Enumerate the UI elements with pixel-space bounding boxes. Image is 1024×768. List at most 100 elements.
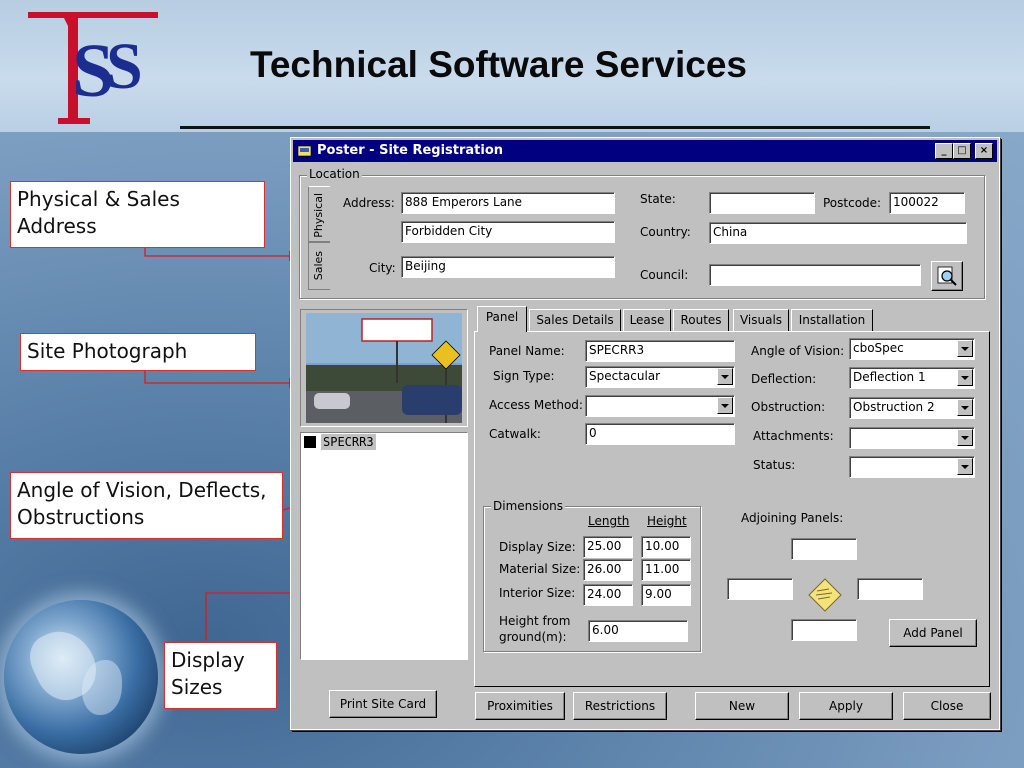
window-title: Poster - Site Registration bbox=[317, 143, 504, 158]
adjoining-panels-label: Adjoining Panels: bbox=[741, 511, 844, 525]
callout-angle: Angle of Vision, Deflects, Obstructions bbox=[10, 472, 283, 539]
location-group-label: Location bbox=[307, 167, 362, 181]
site-list-item[interactable]: SPECRR3 bbox=[321, 434, 376, 450]
city-input[interactable]: Beijing bbox=[401, 256, 615, 278]
chevron-down-icon[interactable] bbox=[717, 397, 733, 414]
state-label: State: bbox=[640, 192, 676, 206]
angle-of-vision-select[interactable]: cboSpec bbox=[849, 338, 975, 360]
angle-of-vision-value: cboSpec bbox=[853, 341, 904, 355]
svg-text:S: S bbox=[106, 30, 143, 103]
tab-physical[interactable]: Physical bbox=[308, 186, 330, 242]
callout-angle-text: Angle of Vision, Deflects, Obstructions bbox=[17, 478, 267, 529]
chevron-down-icon[interactable] bbox=[717, 368, 733, 385]
minimize-button[interactable]: _ bbox=[935, 143, 953, 159]
angle-of-vision-label: Angle of Vision: bbox=[751, 344, 845, 358]
postcode-label: Postcode: bbox=[823, 196, 882, 210]
callout-address-text: Physical & Sales Address bbox=[17, 187, 180, 238]
material-size-label: Material Size: bbox=[499, 562, 581, 576]
address-line2-input[interactable]: Forbidden City bbox=[401, 221, 615, 243]
panel-sign-icon bbox=[808, 578, 842, 612]
height-ground-label-line1: Height from bbox=[499, 614, 571, 628]
title-underline bbox=[180, 126, 930, 129]
add-panel-button[interactable]: Add Panel bbox=[889, 619, 977, 647]
display-size-label: Display Size: bbox=[499, 540, 576, 554]
tab-installation[interactable]: Installation bbox=[791, 309, 873, 331]
address-label: Address: bbox=[343, 196, 395, 210]
address-line1-input[interactable]: 888 Emperors Lane bbox=[401, 192, 615, 214]
callout-photo: Site Photograph bbox=[20, 333, 256, 371]
panel-name-input[interactable]: SPECRR3 bbox=[585, 340, 735, 362]
chevron-down-icon[interactable] bbox=[957, 458, 973, 475]
council-input[interactable] bbox=[709, 264, 921, 286]
adjoining-top-input[interactable] bbox=[791, 538, 857, 560]
apply-button[interactable]: Apply bbox=[799, 692, 893, 720]
site-registration-window: Poster - Site Registration _ □ × Locatio… bbox=[290, 137, 1000, 730]
print-site-card-button[interactable]: Print Site Card bbox=[329, 690, 437, 718]
slide-title: Technical Software Services bbox=[250, 44, 747, 85]
close-button[interactable]: Close bbox=[903, 692, 991, 720]
display-height-input[interactable]: 10.00 bbox=[641, 536, 691, 558]
postcode-input[interactable]: 100022 bbox=[889, 192, 965, 214]
search-icon bbox=[937, 266, 957, 286]
adjoining-bottom-input[interactable] bbox=[791, 619, 857, 641]
tab-sales-label: Sales bbox=[312, 251, 325, 281]
height-from-ground-input[interactable]: 6.00 bbox=[588, 620, 688, 642]
chevron-down-icon[interactable] bbox=[957, 429, 973, 446]
interior-length-input[interactable]: 24.00 bbox=[583, 584, 633, 606]
tab-panel[interactable]: Panel bbox=[477, 306, 527, 332]
window-titlebar[interactable]: Poster - Site Registration _ □ × bbox=[293, 140, 997, 162]
panel-name-label: Panel Name: bbox=[489, 344, 565, 358]
sign-type-value: Spectacular bbox=[589, 369, 661, 383]
close-window-button[interactable]: × bbox=[975, 143, 993, 159]
tab-visuals[interactable]: Visuals bbox=[733, 309, 789, 331]
status-select[interactable] bbox=[849, 456, 975, 478]
state-input[interactable] bbox=[709, 192, 815, 214]
callout-display: Display Sizes bbox=[164, 642, 277, 709]
tab-sales-details[interactable]: Sales Details bbox=[529, 309, 621, 331]
site-photo-frame bbox=[300, 309, 468, 427]
site-list-item-marker bbox=[304, 436, 316, 448]
height-ground-label-line2: ground(m): bbox=[499, 630, 567, 644]
tab-physical-label: Physical bbox=[312, 193, 325, 238]
access-method-select[interactable] bbox=[585, 395, 735, 417]
catwalk-label: Catwalk: bbox=[489, 427, 541, 441]
country-input[interactable]: China bbox=[709, 222, 967, 244]
chevron-down-icon[interactable] bbox=[957, 399, 973, 416]
adjoining-left-input[interactable] bbox=[727, 578, 793, 600]
callout-display-text: Display Sizes bbox=[171, 648, 245, 699]
chevron-down-icon[interactable] bbox=[957, 340, 973, 357]
tab-sales[interactable]: Sales bbox=[308, 242, 330, 290]
height-header: Height bbox=[647, 514, 687, 528]
adjoining-right-input[interactable] bbox=[857, 578, 923, 600]
catwalk-input[interactable]: 0 bbox=[585, 423, 735, 445]
proximities-button[interactable]: Proximities bbox=[475, 692, 565, 720]
tab-lease[interactable]: Lease bbox=[623, 309, 671, 331]
obstruction-label: Obstruction: bbox=[751, 400, 826, 414]
sign-type-select[interactable]: Spectacular bbox=[585, 366, 735, 388]
obstruction-select[interactable]: Obstruction 2 bbox=[849, 397, 975, 419]
deflection-label: Deflection: bbox=[751, 372, 817, 386]
maximize-button[interactable]: □ bbox=[953, 143, 971, 159]
sign-type-label: Sign Type: bbox=[493, 369, 555, 383]
material-height-input[interactable]: 11.00 bbox=[641, 559, 691, 581]
council-lookup-button[interactable] bbox=[931, 261, 963, 291]
material-length-input[interactable]: 26.00 bbox=[583, 559, 633, 581]
attachments-select[interactable] bbox=[849, 427, 975, 449]
dimensions-group-label: Dimensions bbox=[491, 499, 566, 513]
deflection-select[interactable]: Deflection 1 bbox=[849, 367, 975, 389]
deflection-value: Deflection 1 bbox=[853, 370, 926, 384]
interior-size-label: Interior Size: bbox=[499, 586, 576, 600]
site-list[interactable]: SPECRR3 bbox=[300, 432, 468, 660]
tab-routes[interactable]: Routes bbox=[673, 309, 729, 331]
poster-app-icon bbox=[297, 145, 312, 159]
restrictions-button[interactable]: Restrictions bbox=[573, 692, 667, 720]
chevron-down-icon[interactable] bbox=[957, 369, 973, 386]
council-label: Council: bbox=[640, 268, 689, 282]
new-button[interactable]: New bbox=[695, 692, 789, 720]
display-length-input[interactable]: 25.00 bbox=[583, 536, 633, 558]
tss-logo: S S bbox=[28, 12, 158, 124]
callout-photo-text: Site Photograph bbox=[27, 339, 188, 363]
country-label: Country: bbox=[640, 225, 691, 239]
access-method-label: Access Method: bbox=[489, 398, 583, 412]
interior-height-input[interactable]: 9.00 bbox=[641, 584, 691, 606]
